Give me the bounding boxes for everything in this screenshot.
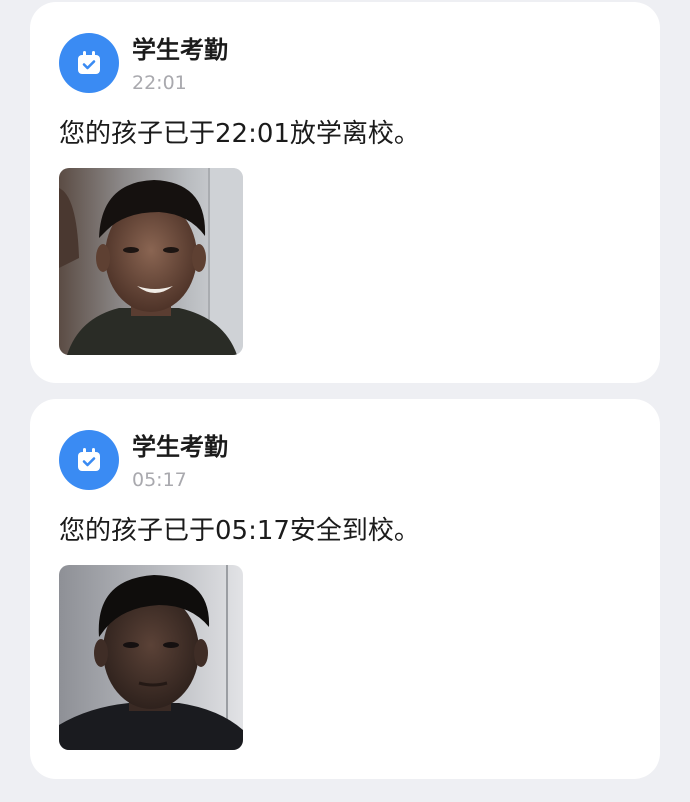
calendar-check-icon — [59, 33, 119, 93]
app-name: 学生考勤 — [132, 433, 228, 461]
calendar-check-icon — [59, 430, 119, 490]
app-name: 学生考勤 — [132, 36, 228, 64]
message-text: 您的孩子已于22:01放学离校。 — [59, 119, 420, 149]
message-time: 22:01 — [132, 72, 187, 94]
student-face-photo[interactable] — [59, 168, 243, 355]
message-time: 05:17 — [132, 469, 187, 491]
attendance-message-card[interactable]: 学生考勤 05:17 您的孩子已于05:17安全到校。 — [30, 399, 660, 779]
message-text: 您的孩子已于05:17安全到校。 — [59, 516, 420, 546]
student-face-photo[interactable] — [59, 565, 243, 750]
attendance-message-card[interactable]: 学生考勤 22:01 您的孩子已于22:01放学离校。 — [30, 2, 660, 383]
